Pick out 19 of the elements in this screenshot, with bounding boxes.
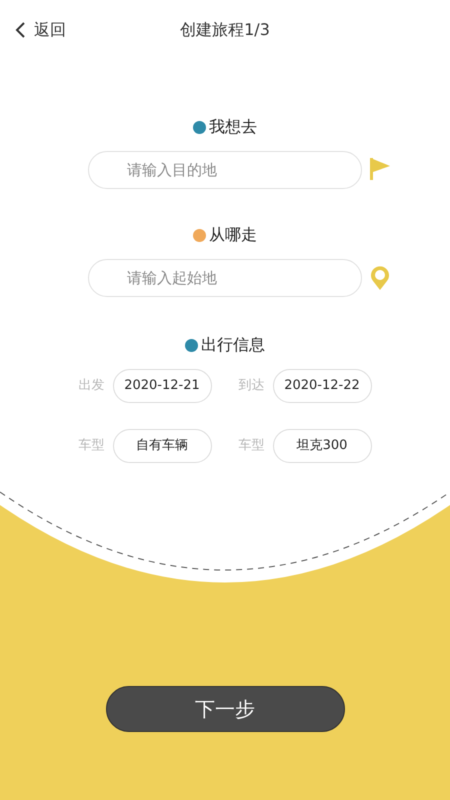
- location-input-field[interactable]: 请输入目的地: [88, 151, 362, 189]
- back-button[interactable]: 返回: [14, 18, 66, 42]
- chevron-left-icon: [14, 21, 26, 39]
- value-pill-button[interactable]: 2020-12-21: [112, 369, 212, 403]
- next-step-button[interactable]: 下一步: [106, 686, 344, 732]
- section-label: 我想去: [209, 116, 257, 138]
- field-label: 车型: [238, 437, 264, 456]
- location-input-field[interactable]: 请输入起始地: [88, 259, 362, 297]
- location-pin-icon: [369, 265, 391, 291]
- flag-icon: [369, 157, 391, 181]
- value-pill-button[interactable]: 2020-12-22: [272, 369, 372, 403]
- page-title: 创建旅程1/3: [180, 19, 270, 41]
- value-pill-button[interactable]: 坦克300: [272, 429, 372, 463]
- section-label: 出行信息: [201, 334, 265, 356]
- field-label: 到达: [238, 377, 264, 396]
- value-pill-button[interactable]: 自有车辆: [112, 429, 212, 463]
- section-label: 从哪走: [209, 224, 257, 246]
- field-label: 出发: [78, 377, 104, 396]
- field-label: 车型: [78, 437, 104, 456]
